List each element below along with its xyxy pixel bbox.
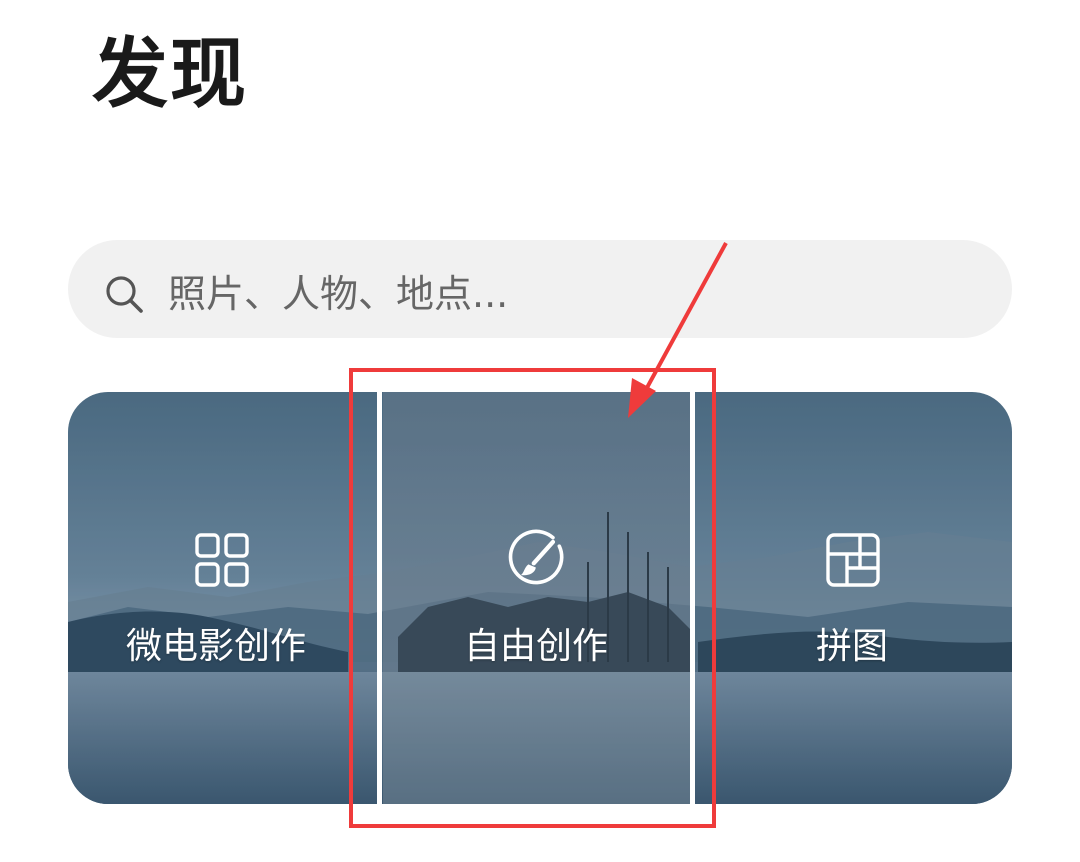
micro-film-tile[interactable]: 微电影创作	[68, 392, 377, 804]
highlight-box	[349, 368, 716, 828]
grid-four-icon	[195, 533, 249, 587]
tile-label-micro-film: 微电影创作	[126, 626, 307, 667]
search-placeholder: 照片、人物、地点...	[168, 272, 509, 316]
collage-icon	[826, 533, 880, 587]
collage-tile[interactable]: 拼图	[695, 392, 1012, 804]
page-title: 发现	[92, 29, 248, 118]
tile-label-collage: 拼图	[816, 626, 889, 667]
search-icon	[106, 276, 143, 313]
